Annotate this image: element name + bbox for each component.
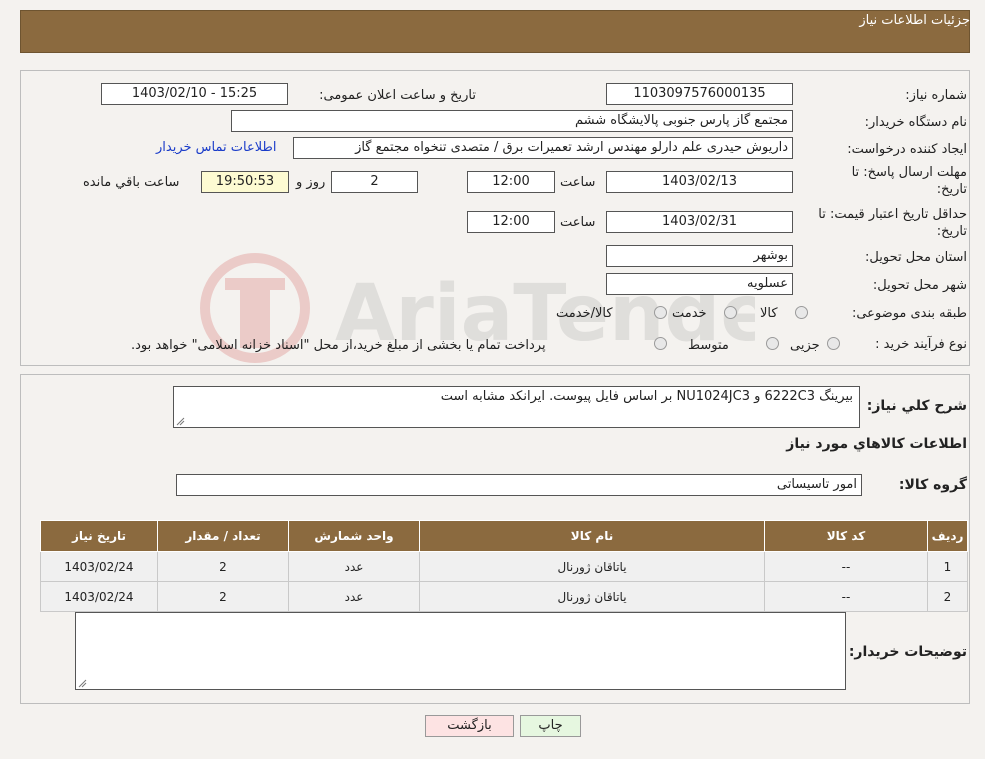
category-goods-label: کالا — [760, 306, 778, 321]
validity-label-2: تاریخ: — [936, 224, 967, 239]
category-label: طبقه بندی موضوعی: — [851, 306, 967, 321]
cell-qty: 2 — [157, 551, 289, 582]
creator-field: داریوش حیدری علم دارلو مهندس ارشد تعمیرا… — [293, 137, 793, 159]
validity-time-field: 12:00 — [467, 211, 555, 233]
cell-unit: عدد — [288, 581, 420, 612]
description-text: بیرینگ 6222C3 و NU1024JC3 بر اساس فایل پ… — [440, 389, 853, 404]
cell-code: -- — [764, 581, 928, 612]
process-minor-label: جزیی — [790, 338, 820, 353]
validity-label: حداقل تاریخ اعتبار قیمت: تا — [818, 207, 967, 222]
need-number-field: 1103097576000135 — [606, 83, 793, 105]
resize-grip-icon[interactable] — [175, 416, 185, 426]
items-table: رديف کد کالا نام کالا واحد شمارش تعداد /… — [40, 520, 968, 612]
cell-date: 1403/02/24 — [40, 581, 158, 612]
days-label: روز و — [296, 175, 326, 190]
process-medium-label: متوسط — [688, 338, 729, 353]
table-row: 1 -- یاتاقان ژورنال عدد 2 1403/02/24 — [40, 551, 968, 582]
category-service-radio[interactable] — [724, 306, 737, 319]
deadline-time-field: 12:00 — [467, 171, 555, 193]
category-service-label: خدمت — [672, 306, 707, 321]
deadline-label: مهلت ارسال پاسخ: تا — [851, 165, 967, 180]
validity-time-label: ساعت — [560, 215, 596, 230]
col-qty: تعداد / مقدار — [157, 520, 289, 552]
buyer-notes-label: توضیحات خریدار: — [848, 644, 967, 660]
back-button[interactable]: بازگشت — [425, 715, 514, 737]
process-minor-radio[interactable] — [827, 337, 840, 350]
category-both-label: کالا/خدمت — [556, 306, 613, 321]
remaining-time-field: 19:50:53 — [201, 171, 289, 193]
remaining-label: ساعت باقي مانده — [83, 175, 180, 190]
cell-qty: 2 — [157, 581, 289, 612]
col-name: نام کالا — [419, 520, 765, 552]
deadline-label-2: تاریخ: — [936, 182, 967, 197]
category-goods-radio[interactable] — [795, 306, 808, 319]
buyer-org-field: مجتمع گاز پارس جنوبی پالایشگاه ششم — [231, 110, 793, 132]
col-date: تاریخ نیاز — [40, 520, 158, 552]
items-table-wrap: رديف کد کالا نام کالا واحد شمارش تعداد /… — [40, 520, 968, 612]
deadline-date-field: 1403/02/13 — [606, 171, 793, 193]
description-label: شرح کلي نياز: — [866, 398, 967, 414]
province-field: بوشهر — [606, 245, 793, 267]
page-header — [20, 10, 970, 53]
days-field: 2 — [331, 171, 418, 193]
validity-date-field: 1403/02/31 — [606, 211, 793, 233]
process-note: پرداخت تمام یا بخشی از مبلغ خرید،از محل … — [131, 338, 546, 353]
cell-row: 1 — [927, 551, 968, 582]
buyer-org-label: نام دستگاه خریدار: — [864, 115, 967, 130]
creator-label: ایجاد کننده درخواست: — [847, 142, 967, 157]
need-number-label: شماره نیاز: — [905, 88, 967, 103]
cell-unit: عدد — [288, 551, 420, 582]
group-label: گروه کالا: — [898, 477, 967, 493]
treasury-checkbox[interactable] — [654, 337, 667, 350]
deadline-time-label: ساعت — [560, 175, 596, 190]
city-field: عسلویه — [606, 273, 793, 295]
table-row: 2 -- یاتاقان ژورنال عدد 2 1403/02/24 — [40, 581, 968, 612]
process-medium-radio[interactable] — [766, 337, 779, 350]
table-header-row: رديف کد کالا نام کالا واحد شمارش تعداد /… — [40, 520, 968, 552]
process-label: نوع فرآیند خرید : — [875, 337, 967, 352]
buyer-notes-field[interactable] — [75, 612, 846, 690]
items-title: اطلاعات کالاهاي مورد نياز — [786, 436, 967, 452]
province-label: استان محل تحویل: — [865, 250, 967, 265]
cell-name: یاتاقان ژورنال — [419, 551, 765, 582]
city-label: شهر محل تحویل: — [872, 278, 967, 293]
col-row: رديف — [927, 520, 968, 552]
col-unit: واحد شمارش — [288, 520, 420, 552]
announce-label: تاریخ و ساعت اعلان عمومی: — [319, 88, 476, 103]
category-both-radio[interactable] — [654, 306, 667, 319]
resize-grip-icon[interactable] — [77, 678, 87, 688]
group-field: امور تاسیساتی — [176, 474, 862, 496]
buyer-contact-link[interactable]: اطلاعات تماس خریدار — [156, 140, 276, 155]
cell-name: یاتاقان ژورنال — [419, 581, 765, 612]
description-field: بیرینگ 6222C3 و NU1024JC3 بر اساس فایل پ… — [173, 386, 860, 428]
col-code: کد کالا — [764, 520, 928, 552]
page-title: جزئیات اطلاعات نیاز — [859, 13, 970, 28]
announce-field: 1403/02/10 - 15:25 — [101, 83, 288, 105]
print-button[interactable]: چاپ — [520, 715, 581, 737]
cell-row: 2 — [927, 581, 968, 612]
cell-code: -- — [764, 551, 928, 582]
cell-date: 1403/02/24 — [40, 551, 158, 582]
